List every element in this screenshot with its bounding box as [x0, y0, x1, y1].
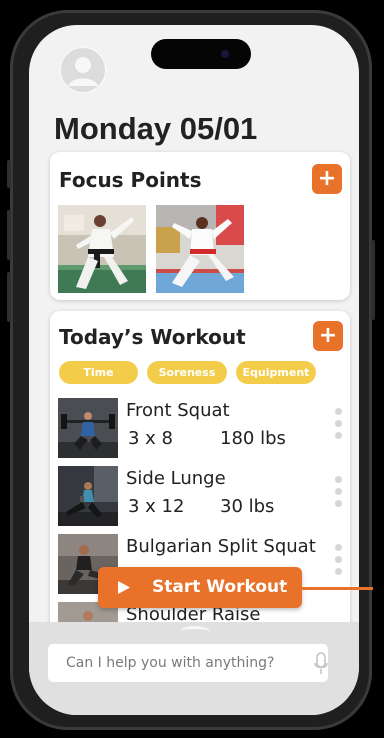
focus-points-card: Focus Points +: [50, 152, 350, 300]
add-focus-point-button[interactable]: +: [312, 164, 342, 194]
exercise-sets-reps: 3 x 8: [128, 428, 173, 449]
callout-line: [283, 587, 373, 590]
exercise-thumbnail: [58, 398, 118, 458]
filter-chip-soreness[interactable]: Soreness: [147, 361, 227, 384]
action-button: [7, 160, 11, 188]
microphone-icon[interactable]: [314, 652, 328, 676]
exercise-thumbnail: [58, 466, 118, 526]
exercise-name: Side Lunge: [126, 468, 226, 489]
panel-pull-handle[interactable]: [180, 626, 210, 637]
drag-handle-icon[interactable]: [335, 544, 343, 584]
page-title: Monday 05/01: [54, 111, 258, 146]
drag-handle-icon[interactable]: [335, 408, 343, 448]
exercise-weight: 180 lbs: [220, 428, 286, 449]
drag-handle-icon[interactable]: [335, 476, 343, 516]
filter-chip-equipment[interactable]: Equipment: [236, 361, 316, 384]
assistant-panel: [29, 622, 359, 715]
todays-workout-title: Today’s Workout: [59, 325, 246, 349]
app-screen: Monday 05/01 Focus Points + Today’s Work…: [29, 25, 359, 715]
add-exercise-button[interactable]: +: [313, 321, 343, 351]
focus-points-title: Focus Points: [59, 168, 202, 192]
focus-point-image-2[interactable]: [156, 205, 244, 293]
exercise-sets-reps: 3 x 12: [128, 496, 185, 517]
focus-point-image-1[interactable]: [58, 205, 146, 293]
camera-dot: [221, 50, 229, 58]
start-workout-label: Start Workout: [152, 577, 288, 597]
volume-down-button: [7, 272, 11, 322]
exercise-weight: 30 lbs: [220, 496, 275, 517]
exercise-name: Bulgarian Split Squat: [126, 536, 316, 557]
assistant-input[interactable]: [48, 644, 328, 682]
exercise-row-front-squat[interactable]: Front Squat 3 x 8 180 lbs: [58, 398, 348, 460]
filter-chip-time[interactable]: Time: [59, 361, 138, 384]
dynamic-island: [151, 39, 251, 69]
power-button: [371, 240, 375, 320]
play-icon: [118, 581, 130, 594]
exercise-row-side-lunge[interactable]: Side Lunge 3 x 12 30 lbs: [58, 466, 348, 528]
volume-up-button: [7, 210, 11, 260]
start-workout-button[interactable]: Start Workout: [98, 567, 302, 608]
user-avatar-icon[interactable]: [59, 46, 107, 94]
exercise-name: Front Squat: [126, 400, 230, 421]
